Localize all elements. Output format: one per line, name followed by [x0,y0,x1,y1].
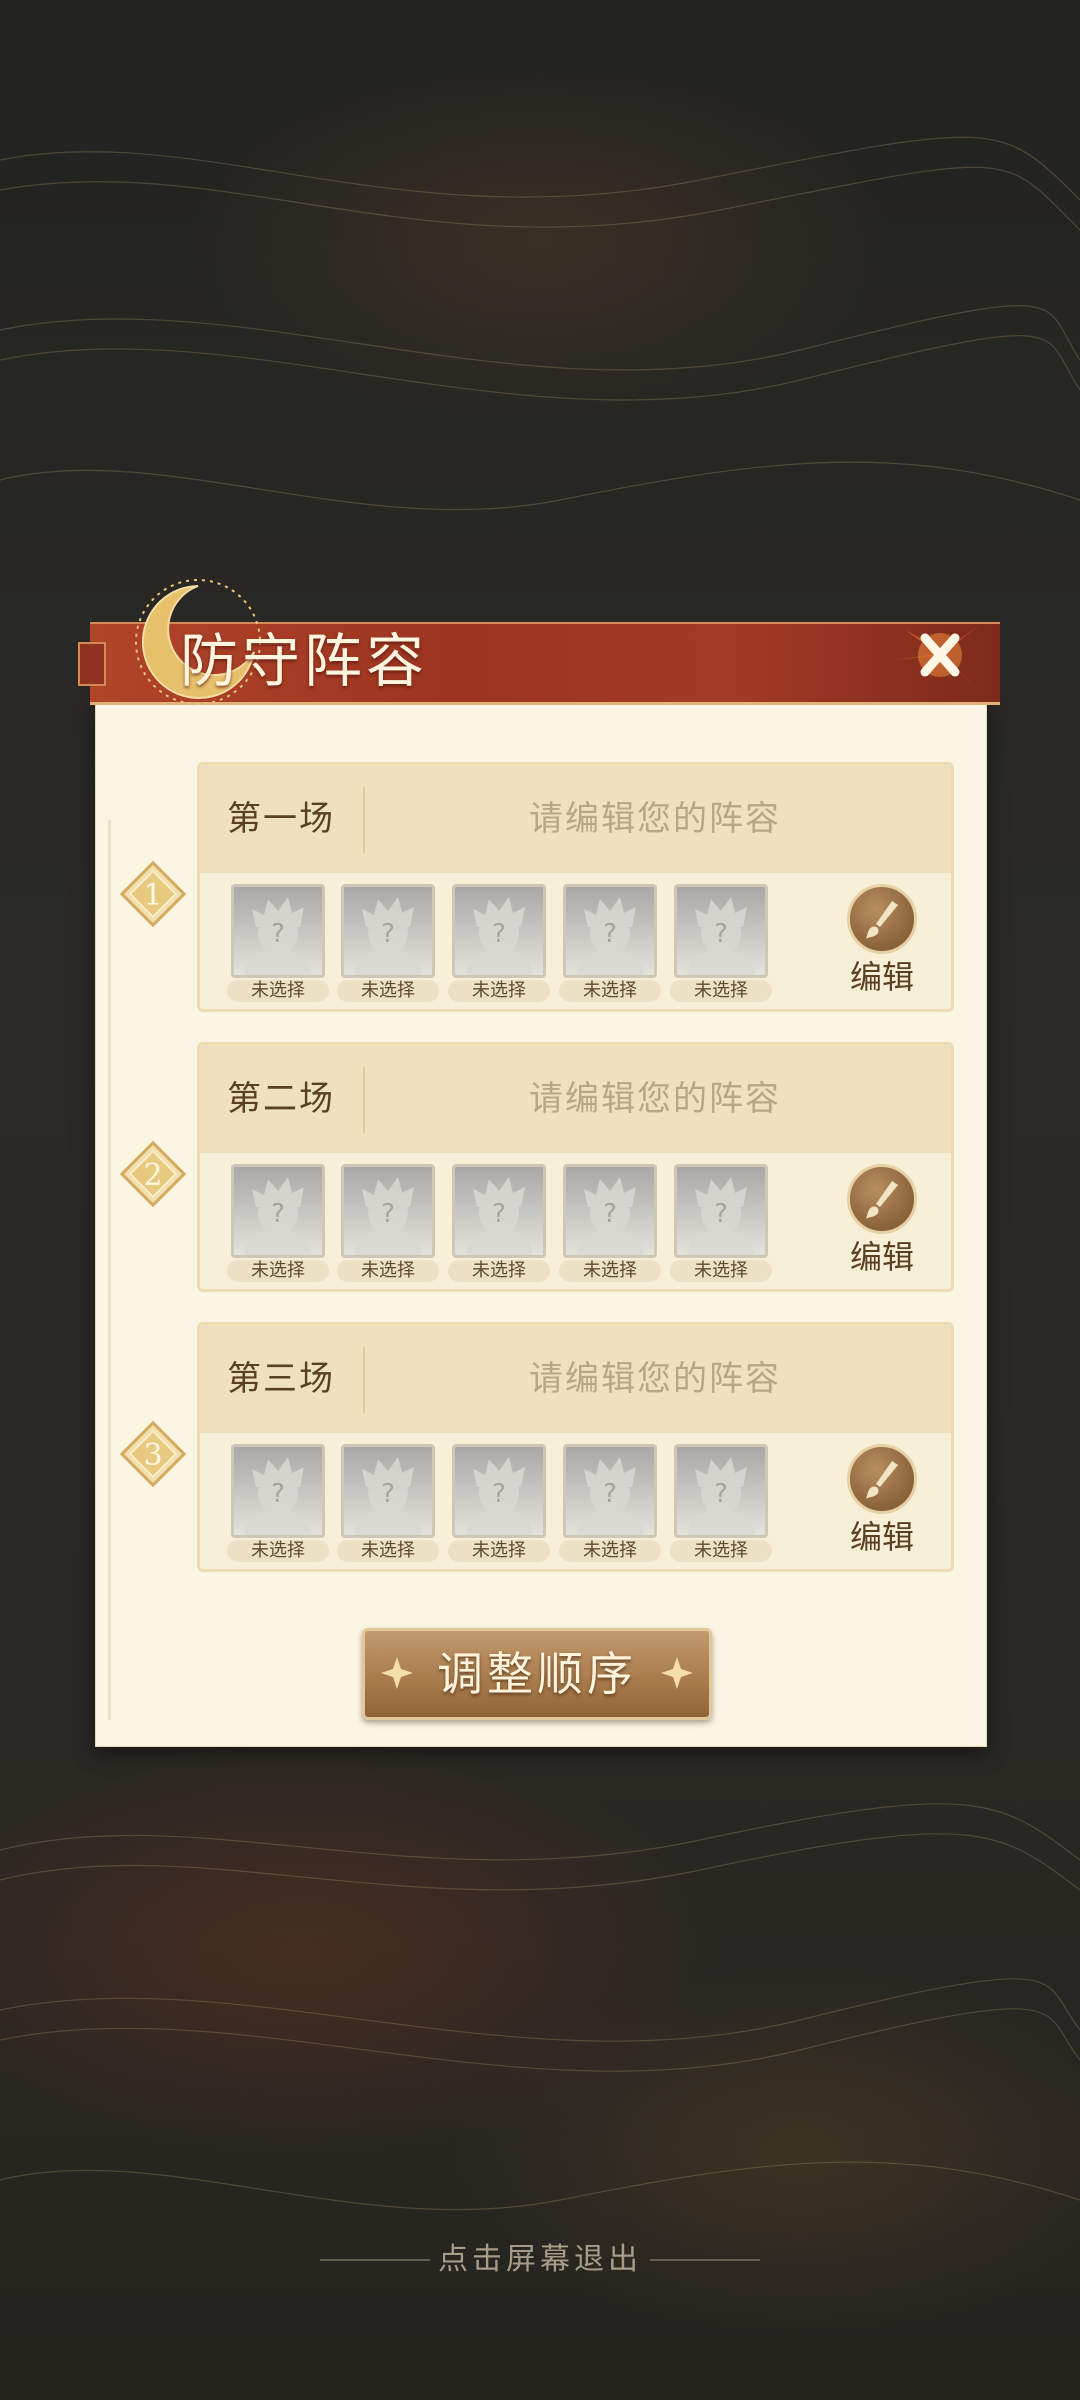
slot-label: 未选择 [337,1260,439,1282]
hero-slot-2[interactable]: ? 未选择 [337,1164,439,1282]
edit-label: 编辑 [849,1518,914,1556]
unknown-hero-icon: ? [341,1164,435,1258]
svg-text:?: ? [603,1479,617,1509]
match-hint[interactable]: 请编辑您的阵容 [365,1045,945,1153]
brush-icon [847,1444,917,1514]
slot-label: 未选择 [337,980,439,1002]
edit-lineup-button[interactable]: 编辑 [837,884,927,996]
unknown-hero-icon: ? [231,1444,325,1538]
slot-label: 未选择 [227,980,329,1002]
close-button[interactable] [885,600,995,710]
match-number-badge: 2 [119,1140,187,1208]
svg-text:?: ? [492,919,506,949]
match-number-badge: 3 [119,1420,187,1488]
slot-label: 未选择 [448,1260,550,1282]
slot-label: 未选择 [670,1260,772,1282]
edit-lineup-button[interactable]: 编辑 [837,1164,927,1276]
slot-label: 未选择 [559,1540,661,1562]
match-name: 第二场 [227,1079,335,1119]
close-x-icon [895,625,980,690]
edit-lineup-button[interactable]: 编辑 [837,1444,927,1556]
unknown-hero-icon: ? [341,884,435,978]
svg-text:?: ? [381,1199,395,1229]
unknown-hero-icon: ? [674,1164,768,1258]
unknown-hero-icon: ? [341,1444,435,1538]
unknown-hero-icon: ? [563,884,657,978]
unknown-hero-icon: ? [563,1444,657,1538]
unknown-hero-icon: ? [674,884,768,978]
tap-to-exit-hint[interactable]: 点击屏幕退出 [0,2235,1080,2285]
svg-text:?: ? [381,919,395,949]
match-hint[interactable]: 请编辑您的阵容 [365,1325,945,1433]
svg-text:?: ? [492,1199,506,1229]
hero-slot-4[interactable]: ? 未选择 [559,1444,661,1562]
svg-text:?: ? [714,1199,728,1229]
match-block-3: 第三场 请编辑您的阵容 3 ? 未选择 ? 未选择 ? 未选择 ? 未选择 ? … [119,1322,954,1572]
unknown-hero-icon: ? [231,884,325,978]
hero-slot-3[interactable]: ? 未选择 [448,1164,550,1282]
adjust-order-button[interactable]: 调整顺序 [362,1628,712,1720]
unknown-hero-icon: ? [674,1444,768,1538]
hero-slot-2[interactable]: ? 未选择 [337,884,439,1002]
hero-slot-3[interactable]: ? 未选择 [448,1444,550,1562]
svg-text:?: ? [603,1199,617,1229]
hero-slot-5[interactable]: ? 未选择 [670,1444,772,1562]
slot-label: 未选择 [227,1540,329,1562]
match-hint[interactable]: 请编辑您的阵容 [365,765,945,873]
unknown-hero-icon: ? [231,1164,325,1258]
hero-slot-4[interactable]: ? 未选择 [559,1164,661,1282]
match-number-badge: 1 [119,860,187,928]
svg-text:?: ? [492,1479,506,1509]
hero-slot-5[interactable]: ? 未选择 [670,884,772,1002]
hero-slot-1[interactable]: ? 未选择 [227,1444,329,1562]
slot-label: 未选择 [670,1540,772,1562]
hero-slot-4[interactable]: ? 未选择 [559,884,661,1002]
match-number: 1 [143,878,162,913]
slot-label: 未选择 [448,980,550,1002]
svg-text:?: ? [271,1479,285,1509]
slot-label: 未选择 [559,980,661,1002]
slot-label: 未选择 [227,1260,329,1282]
brush-icon [847,1164,917,1234]
svg-text:?: ? [271,1199,285,1229]
unknown-hero-icon: ? [452,1164,546,1258]
match-name: 第三场 [227,1359,335,1399]
unknown-hero-icon: ? [563,1164,657,1258]
adjust-order-label: 调整顺序 [437,1647,637,1701]
svg-text:?: ? [603,919,617,949]
match-block-2: 第二场 请编辑您的阵容 2 ? 未选择 ? 未选择 ? 未选择 ? 未选择 ? … [119,1042,954,1292]
match-number: 2 [143,1158,162,1193]
match-name: 第一场 [227,799,335,839]
slot-label: 未选择 [337,1540,439,1562]
hero-slot-2[interactable]: ? 未选择 [337,1444,439,1562]
exit-hint-line-right [650,2259,760,2261]
match-number: 3 [143,1438,162,1473]
edit-label: 编辑 [849,958,914,996]
sparkle-icon [661,1657,693,1689]
slot-label: 未选择 [448,1540,550,1562]
brush-icon [847,884,917,954]
svg-text:?: ? [271,919,285,949]
svg-text:?: ? [381,1479,395,1509]
hero-slot-5[interactable]: ? 未选择 [670,1164,772,1282]
unknown-hero-icon: ? [452,1444,546,1538]
hero-slot-1[interactable]: ? 未选择 [227,884,329,1002]
svg-text:?: ? [714,919,728,949]
panel-title: 防守阵容 [180,627,429,695]
svg-text:?: ? [714,1479,728,1509]
unknown-hero-icon: ? [452,884,546,978]
panel-rail [108,820,111,1720]
hero-slot-1[interactable]: ? 未选择 [227,1164,329,1282]
slot-label: 未选择 [559,1260,661,1282]
slot-label: 未选择 [670,980,772,1002]
edit-label: 编辑 [849,1238,914,1276]
hero-slot-3[interactable]: ? 未选择 [448,884,550,1002]
match-block-1: 第一场 请编辑您的阵容 1 ? 未选择 ? 未选择 ? 未选择 ? 未选择 ? … [119,762,954,1012]
